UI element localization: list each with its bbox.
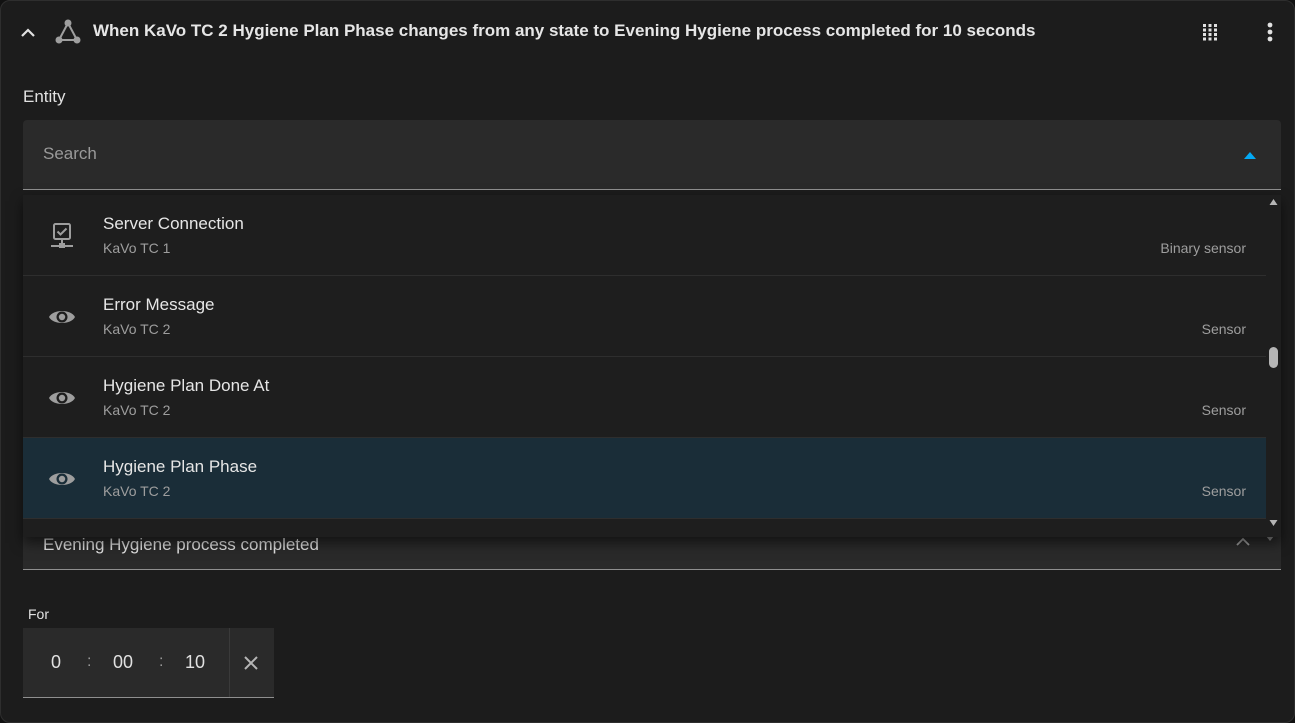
time-separator: : [87, 653, 92, 670]
hours-field[interactable]: 0 [45, 652, 67, 673]
item-name: Server Connection [103, 214, 244, 233]
item-device: KaVo TC 2 [103, 483, 171, 499]
drag-handle-icon[interactable] [1199, 21, 1221, 43]
eye-icon [47, 383, 77, 413]
duration-label: For [28, 606, 49, 622]
item-domain: Binary sensor [1160, 240, 1246, 256]
dropdown-scrollbar[interactable] [1266, 195, 1281, 537]
list-item[interactable]: Error Message KaVo TC 2 Sensor [23, 276, 1266, 357]
more-vert-icon[interactable] [1259, 21, 1281, 43]
divider [229, 628, 230, 697]
time-separator: : [159, 653, 164, 670]
trigger-card: When KaVo TC 2 Hygiene Plan Phase change… [0, 0, 1295, 723]
item-device: KaVo TC 2 [103, 321, 171, 337]
list-item[interactable]: Hygiene Plan Done At KaVo TC 2 Sensor [23, 357, 1266, 438]
item-name: Hygiene Plan Phase [103, 457, 258, 476]
entity-search-input[interactable] [43, 144, 1203, 164]
eye-icon [47, 302, 77, 332]
item-domain: Sensor [1201, 483, 1246, 499]
state-value: Evening Hygiene process completed [43, 535, 319, 554]
entity-dropdown-list: Server Connection KaVo TC 1 Binary senso… [23, 195, 1281, 537]
server-network-icon [47, 221, 77, 251]
state-trigger-icon [53, 17, 83, 47]
list-item[interactable]: Server Connection KaVo TC 1 Binary senso… [23, 195, 1266, 276]
scrollbar-thumb[interactable] [1269, 346, 1278, 368]
chevron-up-icon[interactable] [17, 21, 39, 43]
item-name: Hygiene Plan Done At [103, 376, 270, 395]
entity-label: Entity [23, 87, 66, 106]
item-domain: Sensor [1201, 321, 1246, 337]
minutes-field[interactable]: 00 [109, 652, 137, 673]
list-item-selected[interactable]: Hygiene Plan Phase KaVo TC 2 Sensor [23, 438, 1266, 519]
scroll-down-arrow-icon[interactable] [1269, 519, 1278, 527]
scroll-up-arrow-icon[interactable] [1269, 198, 1278, 206]
seconds-field[interactable]: 10 [181, 652, 209, 673]
entity-search-combobox[interactable] [23, 120, 1281, 190]
trigger-title: When KaVo TC 2 Hygiene Plan Phase change… [93, 21, 1036, 40]
item-domain: Sensor [1201, 402, 1246, 418]
eye-icon [47, 464, 77, 494]
item-device: KaVo TC 2 [103, 402, 171, 418]
duration-input: 0 : 00 : 10 [23, 628, 274, 698]
caret-up-icon[interactable] [1243, 150, 1257, 160]
item-name: Error Message [103, 295, 215, 314]
item-device: KaVo TC 1 [103, 240, 171, 256]
close-icon[interactable] [240, 652, 262, 674]
trigger-header[interactable]: When KaVo TC 2 Hygiene Plan Phase change… [1, 1, 1294, 63]
